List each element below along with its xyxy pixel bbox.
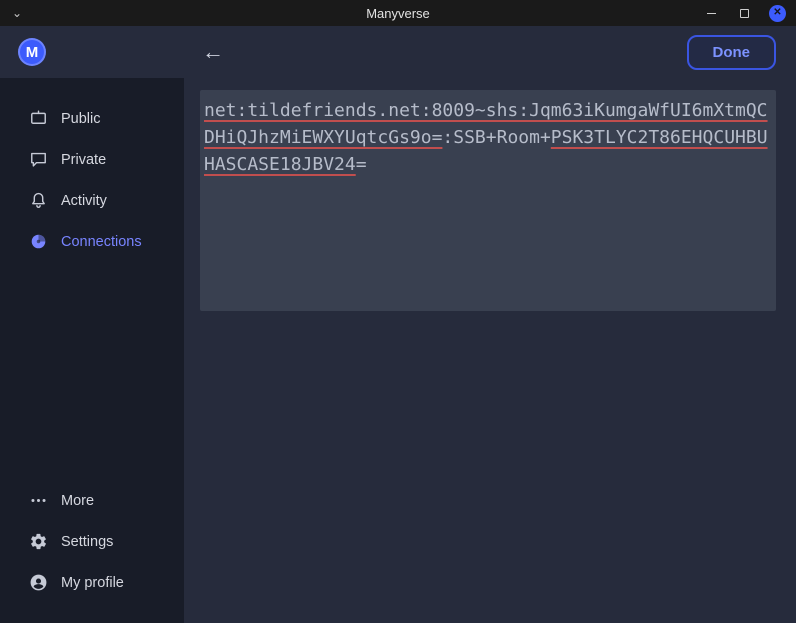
private-icon — [28, 150, 48, 170]
manyverse-window: ⌄ Manyverse ✕ M ← Done Public Private Acti… — [0, 0, 796, 623]
sidebar-item-label: Connections — [61, 234, 142, 250]
sidebar-item-private[interactable]: Private — [0, 139, 184, 180]
window-controls: ✕ — [703, 5, 796, 22]
sidebar: Public Private Activity Connections More Set… — [0, 78, 184, 623]
manyverse-logo: M — [18, 38, 46, 66]
app-body: Public Private Activity Connections More Set… — [0, 78, 796, 623]
sidebar-item-label: Private — [61, 152, 106, 168]
invite-code-text-segment: :SSB+Room+ — [442, 127, 550, 148]
close-button[interactable]: ✕ — [769, 5, 786, 22]
sidebar-main-menu: Public Private Activity Connections — [0, 98, 184, 262]
invite-code-text-segment: = — [356, 154, 367, 175]
minimize-button[interactable] — [703, 5, 720, 22]
sidebar-item-label: My profile — [61, 575, 124, 591]
close-icon: ✕ — [773, 8, 781, 18]
back-button[interactable]: ← — [202, 41, 224, 63]
sidebar-item-my-profile[interactable]: My profile — [0, 562, 184, 603]
connections-icon — [28, 232, 48, 252]
more-icon — [28, 491, 48, 511]
activity-icon — [28, 191, 48, 211]
sidebar-item-label: Public — [61, 111, 101, 127]
invite-code-input[interactable]: net:tildefriends.net:8009~shs:Jqm63iKumg… — [200, 90, 776, 311]
profile-icon — [28, 573, 48, 593]
sidebar-item-more[interactable]: More — [0, 480, 184, 521]
sidebar-bottom-menu: More Settings My profile — [0, 480, 184, 603]
sidebar-item-label: Activity — [61, 193, 107, 209]
sidebar-item-activity[interactable]: Activity — [0, 180, 184, 221]
restore-icon — [740, 9, 749, 18]
public-icon — [28, 109, 48, 129]
sidebar-item-connections[interactable]: Connections — [0, 221, 184, 262]
os-titlebar: ⌄ Manyverse ✕ — [0, 0, 796, 26]
window-menu-caret[interactable]: ⌄ — [12, 7, 22, 19]
sidebar-item-label: Settings — [61, 534, 113, 550]
connections-invite-panel: net:tildefriends.net:8009~shs:Jqm63iKumg… — [184, 78, 796, 623]
settings-icon — [28, 532, 48, 552]
done-button[interactable]: Done — [687, 35, 777, 70]
minimize-icon — [707, 13, 716, 14]
sidebar-item-settings[interactable]: Settings — [0, 521, 184, 562]
restore-button[interactable] — [736, 5, 753, 22]
app-header: M ← Done — [0, 26, 796, 78]
window-title: Manyverse — [0, 6, 796, 21]
sidebar-item-label: More — [61, 493, 94, 509]
sidebar-item-public[interactable]: Public — [0, 98, 184, 139]
